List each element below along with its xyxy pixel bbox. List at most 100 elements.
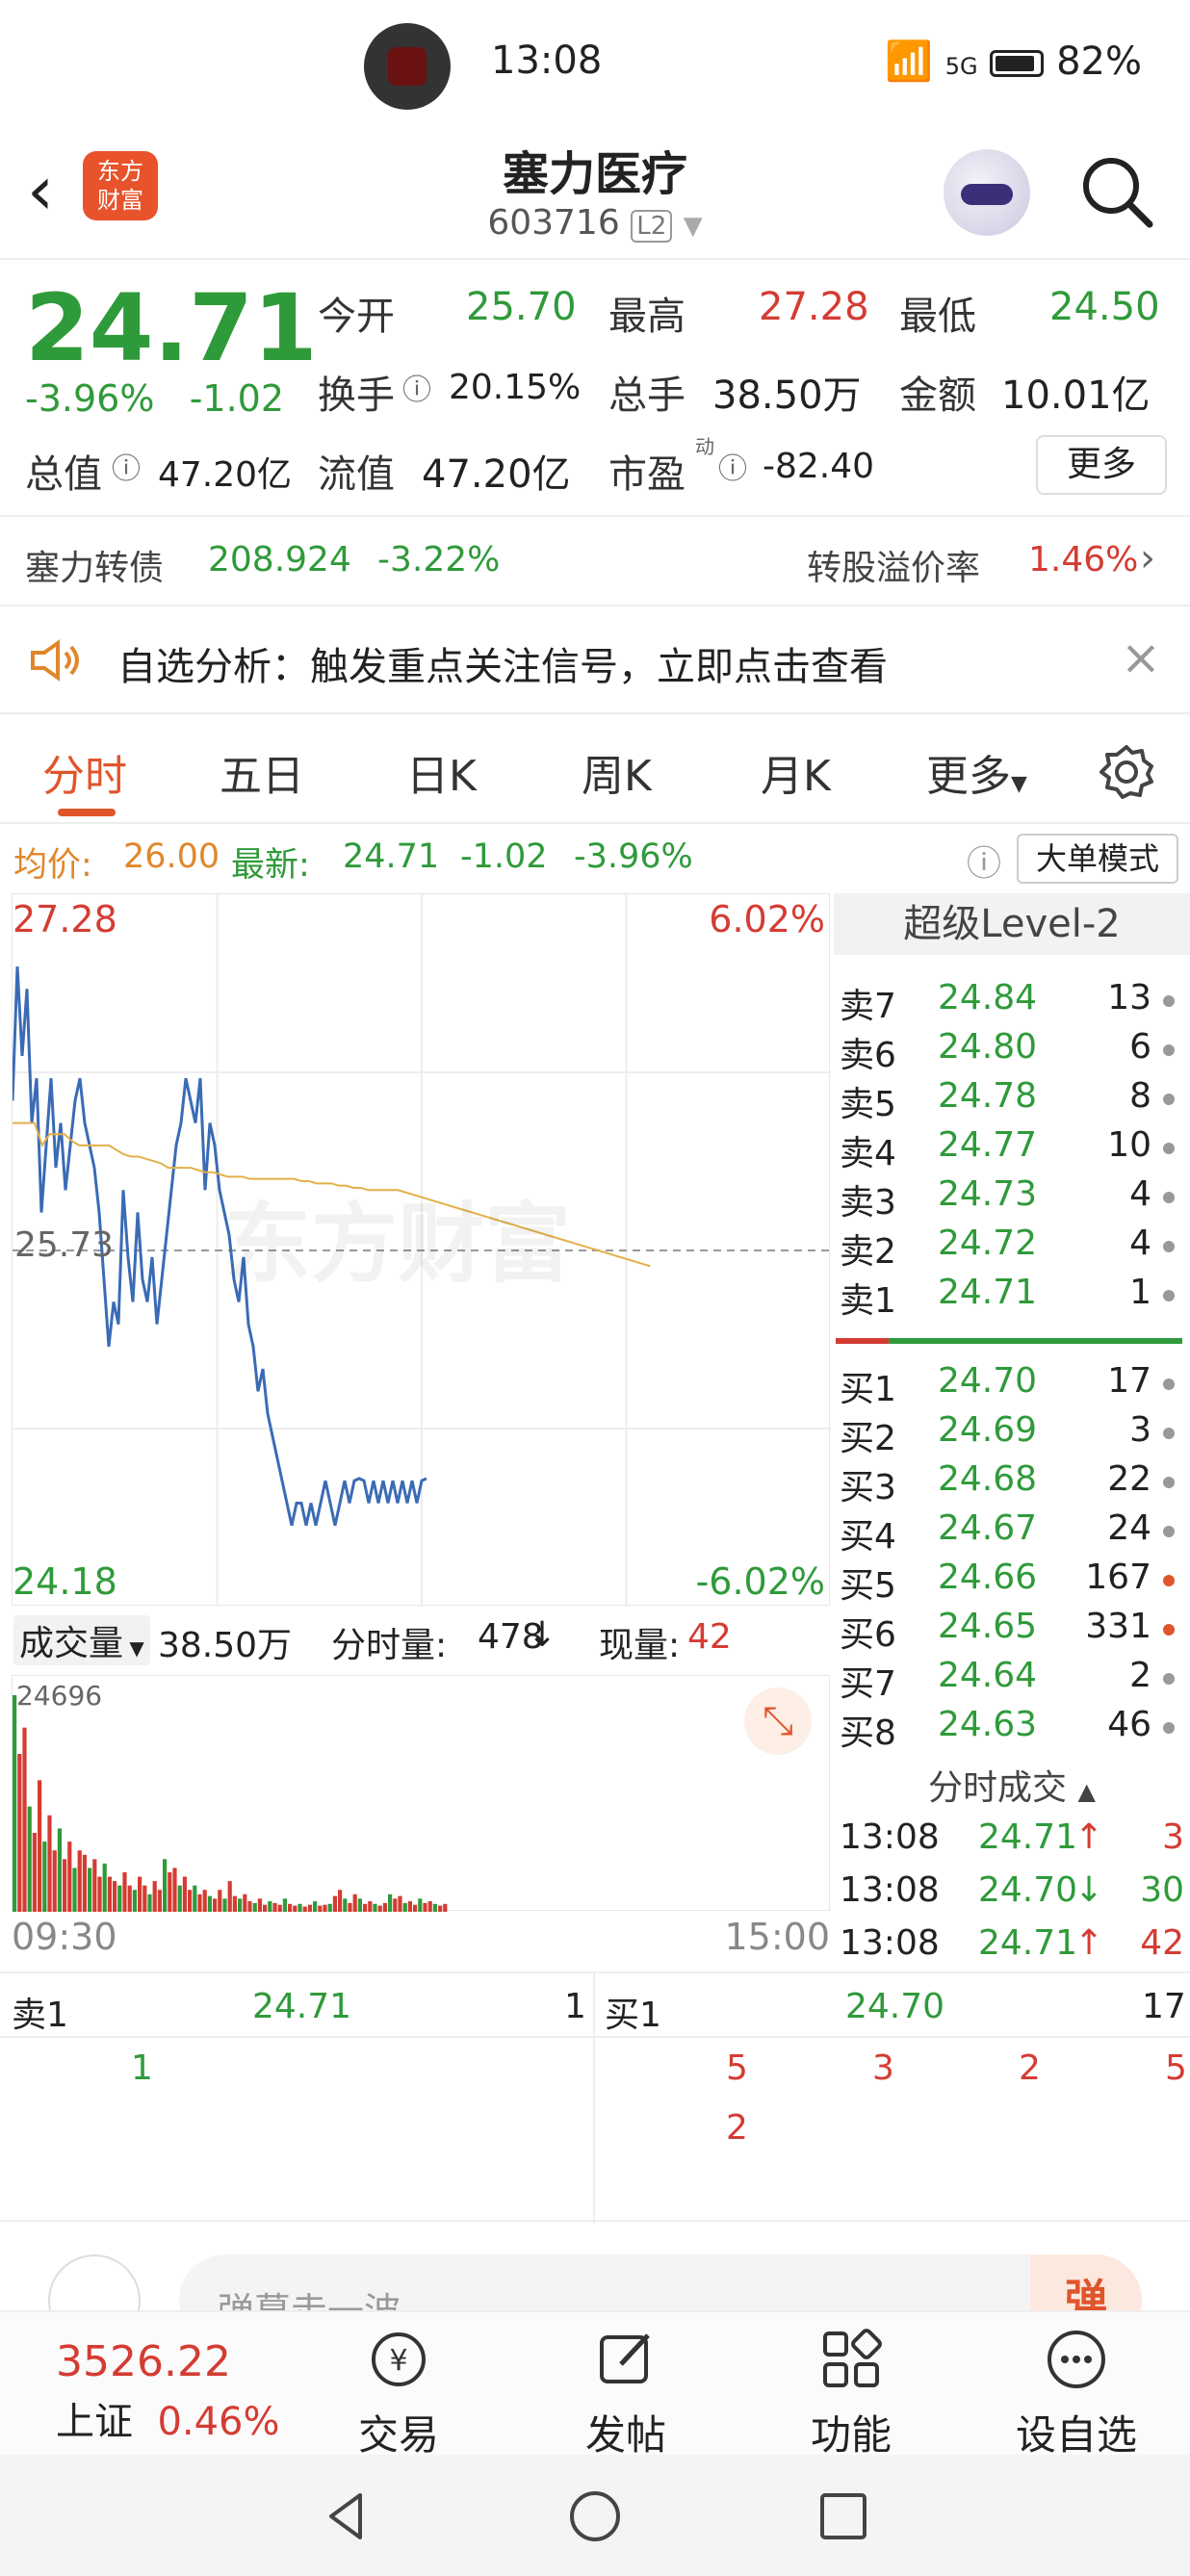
bid-qty: 3 <box>1129 1410 1151 1450</box>
speaker-icon <box>31 639 79 682</box>
dot-icon <box>1163 1722 1175 1734</box>
bid-row[interactable]: 买4 24.67 24 <box>834 1508 1180 1558</box>
turnover-label: 换手 <box>318 374 395 418</box>
bond-price: 208.924 <box>208 540 351 580</box>
bid-row[interactable]: 买8 24.63 46 <box>834 1705 1180 1755</box>
ask-row[interactable]: 卖7 24.84 13 <box>834 978 1180 1028</box>
dot-icon <box>1163 1044 1175 1056</box>
trade-price: 24.70 <box>978 1870 1078 1910</box>
bid-qty: 46 <box>1107 1705 1151 1744</box>
level2-title[interactable]: 超级Level-2 <box>834 893 1190 955</box>
caret-down-icon: ▼ <box>1011 772 1027 796</box>
mktcap-value: 47.20亿 <box>158 455 293 495</box>
nav-post-label: 发帖 <box>584 2411 666 2459</box>
volume-bar <box>202 1890 207 1912</box>
edit-icon <box>600 2333 650 2383</box>
help-icon[interactable]: ⓘ <box>967 836 1001 886</box>
volume-bar <box>443 1903 448 1912</box>
trade-row[interactable]: 13:08 24.71 ↑ 3 <box>834 1817 1190 1868</box>
volume-bar <box>27 1806 32 1912</box>
wifi-icon: 📶 <box>885 39 934 84</box>
bid-price: 24.64 <box>938 1656 1038 1695</box>
bid-qty: 167 <box>1085 1558 1151 1597</box>
tab-daily-k[interactable]: 日K <box>406 741 477 803</box>
bid-qty: 331 <box>1085 1607 1151 1646</box>
ask-row[interactable]: 卖4 24.77 10 <box>834 1125 1180 1175</box>
volume-selector[interactable]: 成交量 ▼ <box>13 1615 150 1665</box>
large-order-mode-button[interactable]: 大单模式 <box>1017 834 1178 884</box>
ask-level: 卖2 <box>840 1232 896 1272</box>
info-icon[interactable]: ⓘ <box>718 445 747 487</box>
volume-chart[interactable]: 24696 ⤡ <box>12 1675 830 1912</box>
bid-row[interactable]: 买3 24.68 22 <box>834 1459 1180 1509</box>
nav-post[interactable]: 发帖 <box>530 2326 722 2461</box>
book-bid1-price: 24.70 <box>845 1987 945 2026</box>
ask-qty: 1 <box>1129 1273 1151 1312</box>
volume-bar <box>142 1885 147 1912</box>
trade-row[interactable]: 13:08 24.71 ↑ 42 <box>834 1923 1190 1973</box>
search-icon[interactable] <box>1078 153 1155 230</box>
back-triangle-icon[interactable] <box>318 2487 375 2545</box>
dot-icon <box>1163 1192 1175 1203</box>
nav-watchlist[interactable]: 设自选 <box>980 2326 1173 2461</box>
tab-five-day[interactable]: 五日 <box>220 741 304 803</box>
bid-row[interactable]: 买5 24.66 167 <box>834 1558 1180 1608</box>
bond-change: -3.22% <box>377 540 501 580</box>
info-icon[interactable]: ⓘ <box>402 366 431 408</box>
gear-icon[interactable] <box>1098 743 1155 801</box>
premium-label: 转股溢价率 <box>807 549 981 588</box>
volume-bar <box>338 1890 343 1912</box>
volume-bar <box>438 1905 443 1912</box>
tab-more[interactable]: 更多▼ <box>926 741 1027 803</box>
premium-value: 1.46% <box>1028 540 1139 580</box>
amount-label: 金额 <box>899 374 976 418</box>
tab-intraday[interactable]: 分时 <box>42 741 127 803</box>
expand-icon[interactable]: ⤡ <box>744 1687 812 1755</box>
ask-level: 卖3 <box>840 1183 896 1223</box>
bid-row[interactable]: 买6 24.65 331 <box>834 1607 1180 1657</box>
bid-row[interactable]: 买1 24.70 17 <box>834 1361 1180 1411</box>
tab-monthly-k[interactable]: 月K <box>761 741 831 803</box>
analysis-notice[interactable]: 自选分析：触发重点关注信号，立即点击查看 × <box>0 606 1190 714</box>
volume-bar <box>13 1695 17 1912</box>
bid-row[interactable]: 买7 24.64 2 <box>834 1656 1180 1706</box>
ask-row[interactable]: 卖3 24.73 4 <box>834 1174 1180 1224</box>
trade-row[interactable]: 13:08 24.70 ↓ 30 <box>834 1870 1190 1920</box>
ask-row[interactable]: 卖6 24.80 6 <box>834 1027 1180 1077</box>
ask-row[interactable]: 卖5 24.78 8 <box>834 1076 1180 1126</box>
bid-level: 买8 <box>840 1713 896 1753</box>
volume-bar <box>177 1885 182 1912</box>
nav-trade[interactable]: ¥ 交易 <box>302 2326 495 2461</box>
trade-list-header[interactable]: 分时成交 ▲ <box>834 1760 1190 1808</box>
ask-qty: 8 <box>1129 1076 1151 1116</box>
ask-row[interactable]: 卖2 24.72 4 <box>834 1224 1180 1274</box>
ask-row[interactable]: 卖1 24.71 1 <box>834 1273 1180 1323</box>
index-ticker[interactable]: 3526.22 上证 0.46% <box>56 2337 280 2446</box>
ask-level: 卖7 <box>840 987 896 1026</box>
close-icon[interactable]: × <box>1121 630 1161 685</box>
stock-header: ‹ 东方财富 塞力医疗 603716 L2 ▼ <box>0 130 1190 260</box>
recents-square-icon[interactable] <box>815 2487 872 2545</box>
info-icon[interactable]: ⓘ <box>112 445 141 487</box>
dot-icon <box>1163 1143 1175 1154</box>
volume-bar <box>298 1903 302 1912</box>
convertible-bond-row[interactable]: 塞力转债 208.924 -3.22% 转股溢价率 1.46% › <box>0 515 1190 606</box>
trade-qty: 42 <box>1140 1923 1184 1963</box>
more-button[interactable]: 更多 <box>1036 435 1167 495</box>
volume-bar <box>32 1833 37 1912</box>
last-price: 24.71 <box>25 274 318 382</box>
volume-bar <box>377 1905 382 1912</box>
volume-bar <box>163 1859 168 1912</box>
volume-bar <box>197 1893 202 1912</box>
home-circle-icon[interactable] <box>566 2487 624 2545</box>
tab-weekly-k[interactable]: 周K <box>582 741 652 803</box>
change-percent: -3.96% <box>25 377 155 420</box>
assistant-robot-icon[interactable] <box>944 149 1030 236</box>
tick-volume-label: 分时量: <box>331 1626 448 1665</box>
caret-down-icon: ▼ <box>123 1636 144 1660</box>
nav-functions[interactable]: 功能 <box>755 2326 947 2461</box>
tab-more-label: 更多 <box>926 752 1011 801</box>
bid-row[interactable]: 买2 24.69 3 <box>834 1410 1180 1460</box>
bid-qty: 17 <box>1107 1361 1151 1401</box>
intraday-chart[interactable]: 东方财富 27.28 6.02% 25.73 24.18 -6.02% <box>11 893 831 1607</box>
